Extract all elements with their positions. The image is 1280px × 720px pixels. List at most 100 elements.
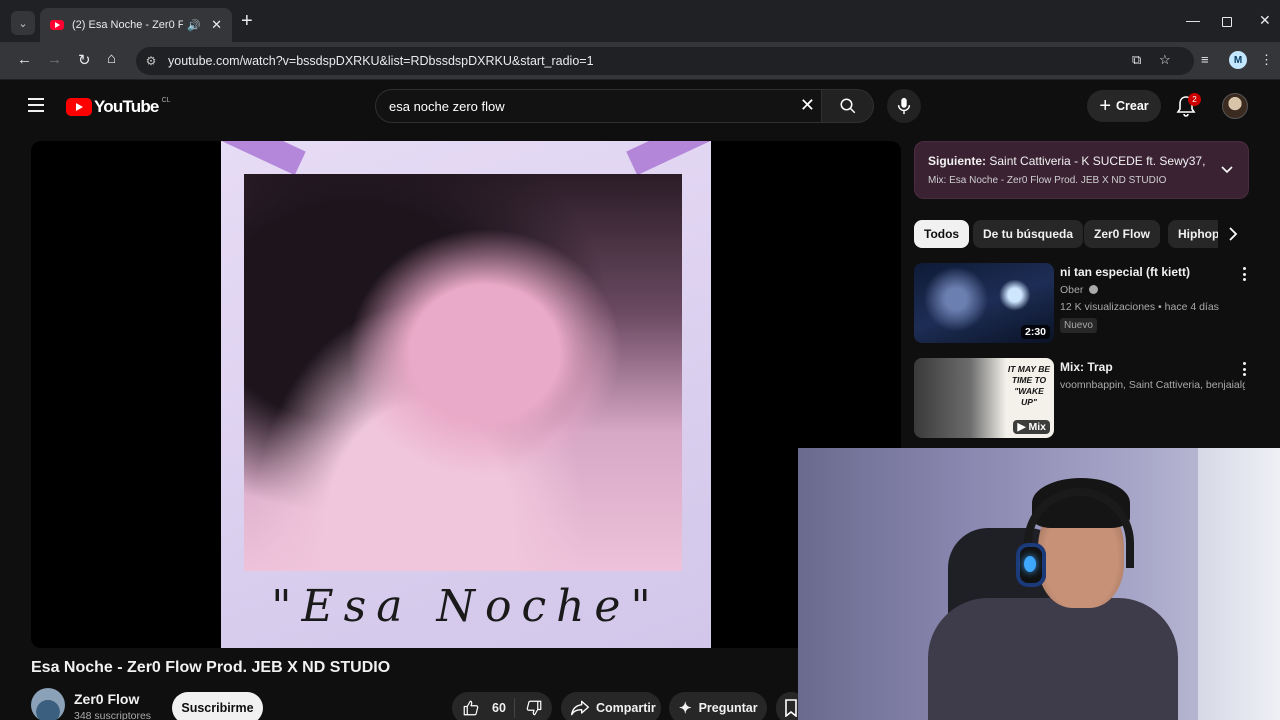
cover-title-text: "Esa Noche" bbox=[271, 581, 661, 632]
recommendation-item[interactable]: IT MAY BE TIME TO "WAKE UP" ▶ Mix Mix: T… bbox=[914, 358, 1249, 442]
browser-tabbar: ⌄ (2) Esa Noche - Zer0 Flow P 🔊 ✕ + — ✕ bbox=[0, 0, 1280, 42]
video-player[interactable]: "Esa Noche" bbox=[31, 141, 901, 648]
person-torso bbox=[928, 598, 1178, 720]
mix-playlist-icon: ▶ bbox=[1017, 421, 1026, 433]
microphone-icon bbox=[897, 97, 911, 115]
reload-icon[interactable]: ↻ bbox=[78, 51, 91, 69]
chevron-right-icon bbox=[1229, 227, 1238, 241]
cover-photo bbox=[244, 174, 682, 571]
home-icon[interactable]: ⌂ bbox=[107, 50, 116, 67]
mix-badge-label: Mix bbox=[1028, 421, 1046, 433]
headset-light-icon bbox=[1024, 556, 1036, 572]
search-query[interactable]: esa noche zero flow bbox=[389, 99, 505, 114]
search-button[interactable] bbox=[822, 89, 874, 123]
youtube-wordmark: YouTube bbox=[94, 97, 159, 116]
bookmark-star-icon[interactable]: ☆ bbox=[1159, 52, 1171, 68]
thumbs-up-icon bbox=[463, 700, 479, 716]
share-label: Compartir bbox=[596, 701, 656, 715]
video-thumbnail[interactable]: 2:30 bbox=[914, 263, 1054, 343]
chip-zer0-flow[interactable]: Zer0 Flow bbox=[1084, 220, 1161, 248]
webcam-overlay bbox=[798, 448, 1280, 720]
minimize-window-icon[interactable]: — bbox=[1186, 12, 1200, 28]
share-button[interactable]: Compartir bbox=[561, 692, 661, 720]
background-door bbox=[1198, 448, 1280, 720]
tab-close-icon[interactable]: ✕ bbox=[211, 17, 222, 33]
video-duration: 2:30 bbox=[1020, 325, 1050, 339]
plus-icon: + bbox=[1099, 95, 1111, 117]
chip-todos[interactable]: Todos bbox=[914, 220, 970, 248]
like-count: 60 bbox=[492, 701, 506, 715]
bookmark-icon bbox=[785, 699, 797, 717]
hamburger-menu-icon[interactable] bbox=[28, 98, 44, 112]
mix-badge: ▶ Mix bbox=[1013, 420, 1050, 434]
media-controls-icon[interactable]: ≡ bbox=[1201, 52, 1209, 67]
youtube-play-logo-icon bbox=[66, 98, 92, 116]
profile-avatar[interactable]: M bbox=[1229, 51, 1247, 69]
dislike-button[interactable] bbox=[515, 699, 543, 717]
subscribe-button[interactable]: Suscribirme bbox=[172, 692, 263, 720]
up-next-title-line: Siguiente: Saint Cattiveria - K SUCEDE f… bbox=[928, 154, 1208, 168]
up-next-panel[interactable]: Siguiente: Saint Cattiveria - K SUCEDE f… bbox=[914, 141, 1249, 199]
mix-thumbnail[interactable]: IT MAY BE TIME TO "WAKE UP" ▶ Mix bbox=[914, 358, 1054, 438]
ask-button[interactable]: ✦ Preguntar bbox=[669, 692, 767, 720]
browser-tab-active[interactable]: (2) Esa Noche - Zer0 Flow P 🔊 ✕ bbox=[40, 8, 232, 42]
address-bar[interactable]: ⚙ youtube.com/watch?v=bssdspDXRKU&list=R… bbox=[136, 47, 1194, 75]
video-cover-art: "Esa Noche" bbox=[213, 141, 719, 648]
country-code: CL bbox=[161, 96, 171, 104]
channel-avatar[interactable] bbox=[31, 688, 65, 720]
clear-search-icon[interactable]: ✕ bbox=[800, 95, 815, 116]
more-actions-icon[interactable] bbox=[1243, 362, 1247, 376]
share-arrow-icon bbox=[571, 700, 589, 716]
tape-decoration bbox=[213, 141, 306, 176]
maximize-window-icon[interactable] bbox=[1222, 17, 1232, 27]
voice-search-button[interactable] bbox=[887, 89, 921, 123]
more-actions-icon[interactable] bbox=[1243, 267, 1247, 281]
recommendation-title[interactable]: ni tan especial (ft kiett) bbox=[1060, 265, 1190, 279]
new-badge: Nuevo bbox=[1060, 318, 1097, 333]
create-label: Crear bbox=[1116, 99, 1149, 113]
channel-name[interactable]: Zer0 Flow bbox=[74, 691, 139, 707]
youtube-logo[interactable]: YouTube CL bbox=[66, 97, 171, 117]
recommendation-channel[interactable]: voomnbappin, Saint Cattiveria, benjaialg… bbox=[1060, 379, 1245, 391]
like-dislike-group: 60 bbox=[452, 692, 552, 720]
close-window-icon[interactable]: ✕ bbox=[1259, 12, 1271, 29]
up-next-prefix: Siguiente: bbox=[928, 154, 987, 168]
chips-next-button[interactable] bbox=[1218, 220, 1248, 248]
create-button[interactable]: + Crear bbox=[1087, 90, 1161, 122]
filter-chips: Todos De tu búsqueda Zer0 Flow Hiphop bbox=[914, 220, 1249, 248]
sparkle-icon: ✦ bbox=[679, 700, 692, 717]
youtube-header: YouTube CL esa noche zero flow ✕ + Crear… bbox=[0, 81, 1280, 131]
search-input[interactable]: esa noche zero flow ✕ bbox=[375, 89, 822, 123]
recommendation-title[interactable]: Mix: Trap bbox=[1060, 360, 1113, 374]
recommendation-item[interactable]: 2:30 ni tan especial (ft kiett) Ober 12 … bbox=[914, 263, 1249, 347]
tab-title: (2) Esa Noche - Zer0 Flow P bbox=[72, 19, 184, 31]
ask-label: Preguntar bbox=[698, 701, 758, 715]
address-url[interactable]: youtube.com/watch?v=bssdspDXRKU&list=RDb… bbox=[168, 54, 594, 68]
back-arrow-icon[interactable]: ← bbox=[17, 51, 32, 68]
tab-search-button[interactable]: ⌄ bbox=[11, 11, 35, 35]
recommendation-channel[interactable]: Ober bbox=[1060, 284, 1245, 296]
video-title: Esa Noche - Zer0 Flow Prod. JEB X ND STU… bbox=[31, 659, 391, 676]
search-icon bbox=[840, 98, 855, 114]
up-next-title: Saint Cattiveria - K SUCEDE ft. Sewy37, … bbox=[989, 154, 1208, 168]
tape-decoration bbox=[626, 141, 719, 176]
mix-label: Mix: Esa Noche - Zer0 Flow Prod. JEB X N… bbox=[928, 175, 1167, 186]
thumbs-down-icon bbox=[526, 700, 542, 716]
install-app-icon[interactable]: ⧉ bbox=[1132, 52, 1141, 68]
like-button[interactable]: 60 bbox=[460, 698, 515, 718]
chip-de-tu-busqueda[interactable]: De tu búsqueda bbox=[973, 220, 1084, 248]
verified-badge-icon bbox=[1089, 285, 1099, 294]
browser-menu-icon[interactable]: ⋮ bbox=[1260, 52, 1273, 68]
browser-toolbar: ← → ↻ ⌂ ⚙ youtube.com/watch?v=bssdspDXRK… bbox=[0, 42, 1280, 80]
thumbnail-caption: IT MAY BE TIME TO "WAKE UP" bbox=[1007, 364, 1051, 407]
subscriber-count: 348 suscriptores bbox=[74, 710, 152, 720]
audio-playing-icon[interactable]: 🔊 bbox=[187, 19, 201, 32]
account-avatar[interactable] bbox=[1222, 93, 1248, 119]
recommendation-meta: 12 K visualizaciones • hace 4 días bbox=[1060, 301, 1219, 313]
new-tab-button[interactable]: + bbox=[241, 11, 253, 31]
channel-name-text: Ober bbox=[1060, 284, 1084, 296]
notification-badge: 2 bbox=[1188, 93, 1201, 106]
site-info-icon[interactable]: ⚙ bbox=[138, 54, 164, 68]
forward-arrow-icon[interactable]: → bbox=[47, 51, 62, 68]
chevron-down-icon[interactable] bbox=[1220, 162, 1234, 176]
